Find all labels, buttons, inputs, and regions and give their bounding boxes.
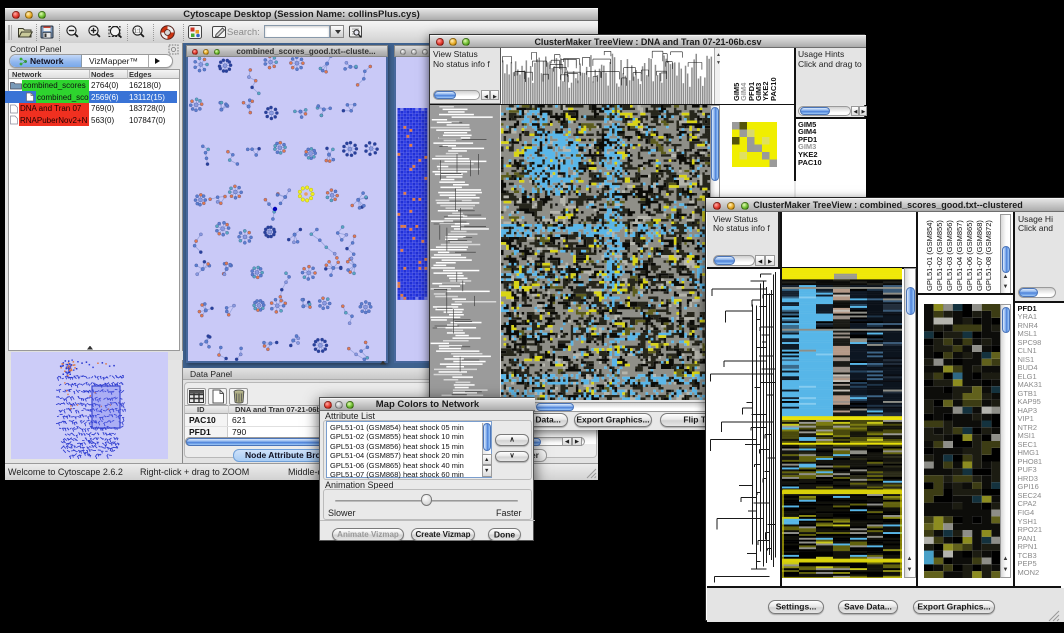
svg-text:1:1: 1:1 <box>134 29 141 35</box>
